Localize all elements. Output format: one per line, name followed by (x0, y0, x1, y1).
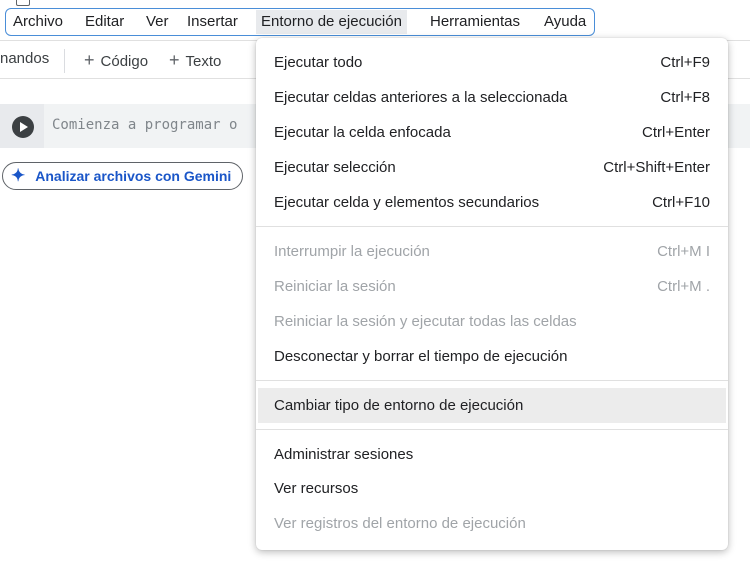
sparkle-icon: ✦ (11, 166, 26, 185)
runtime-menu-dropdown: Ejecutar todo Ctrl+F9 Ejecutar celdas an… (256, 38, 728, 550)
menu-divider (256, 429, 728, 430)
menu-item-label: Administrar sesiones (274, 446, 414, 463)
menu-insertar[interactable]: Insertar (182, 10, 243, 34)
menu-item-label: Desconectar y borrar el tiempo de ejecuc… (274, 348, 568, 365)
menu-archivo[interactable]: Archivo (8, 10, 68, 34)
code-cell-placeholder[interactable]: Comienza a programar o (52, 117, 237, 133)
commands-button-partial[interactable]: nandos (0, 50, 49, 67)
menu-item-label: Cambiar tipo de entorno de ejecución (274, 397, 524, 414)
menu-item-label: Reiniciar la sesión y ejecutar todas las… (274, 313, 577, 330)
menu-item-shortcut: Ctrl+F10 (652, 194, 710, 211)
plus-icon: + (169, 50, 180, 70)
menu-item-ejecutar-seleccion[interactable]: Ejecutar selección Ctrl+Shift+Enter (256, 150, 728, 185)
menu-item-shortcut: Ctrl+Enter (642, 124, 710, 141)
play-circle-icon[interactable] (12, 116, 34, 138)
menu-bar: Archivo Editar Ver Insertar Entorno de e… (5, 8, 595, 36)
menu-item-administrar-sesiones[interactable]: Administrar sesiones (256, 437, 728, 472)
menu-item-interrumpir-ejecucion: Interrumpir la ejecución Ctrl+M I (256, 234, 728, 269)
add-text-button[interactable]: + Texto (169, 49, 221, 71)
menu-entorno-de-ejecucion[interactable]: Entorno de ejecución (256, 10, 407, 34)
gemini-button-label: Analizar archivos con Gemini (35, 168, 232, 184)
menu-item-shortcut: Ctrl+Shift+Enter (603, 159, 710, 176)
menu-item-label: Ejecutar la celda enfocada (274, 124, 451, 141)
toolbar: nandos + Código + Texto (0, 43, 256, 77)
menu-item-ejecutar-celda-y-secundarios[interactable]: Ejecutar celda y elementos secundarios C… (256, 185, 728, 220)
menu-item-shortcut: Ctrl+M I (657, 243, 710, 260)
menu-item-label: Reiniciar la sesión (274, 278, 396, 295)
menu-item-ver-registros: Ver registros del entorno de ejecución (256, 506, 728, 541)
menu-ayuda[interactable]: Ayuda (539, 10, 591, 34)
add-code-button[interactable]: + Código (84, 49, 148, 71)
menu-item-label: Ver recursos (274, 480, 359, 497)
title-strip (0, 0, 750, 6)
notebook-doc-icon (16, 0, 30, 6)
plus-icon: + (84, 50, 95, 70)
menu-item-ejecutar-celdas-anteriores[interactable]: Ejecutar celdas anteriores a la seleccio… (256, 80, 728, 115)
analyze-files-gemini-button[interactable]: ✦ Analizar archivos con Gemini (2, 162, 244, 190)
menu-editar[interactable]: Editar (80, 10, 129, 34)
menu-item-ver-recursos[interactable]: Ver recursos (256, 471, 728, 506)
menu-divider (256, 226, 728, 227)
menu-ver[interactable]: Ver (141, 10, 174, 34)
menu-item-label: Ver registros del entorno de ejecución (274, 515, 526, 532)
menu-item-ejecutar-celda-enfocada[interactable]: Ejecutar la celda enfocada Ctrl+Enter (256, 115, 728, 150)
menu-item-reiniciar-y-ejecutar-todas: Reiniciar la sesión y ejecutar todas las… (256, 304, 728, 339)
menu-item-shortcut: Ctrl+M . (657, 278, 710, 295)
add-code-label: Código (100, 53, 149, 70)
menu-divider (256, 380, 728, 381)
menu-item-ejecutar-todo[interactable]: Ejecutar todo Ctrl+F9 (256, 45, 728, 80)
toolbar-separator (64, 49, 65, 73)
menu-item-label: Ejecutar celda y elementos secundarios (274, 194, 540, 211)
menu-item-label: Interrumpir la ejecución (274, 243, 430, 260)
menu-item-shortcut: Ctrl+F8 (660, 89, 710, 106)
menu-herramientas[interactable]: Herramientas (425, 10, 525, 34)
menu-item-shortcut: Ctrl+F9 (660, 54, 710, 71)
menu-item-label: Ejecutar celdas anteriores a la seleccio… (274, 89, 568, 106)
menu-item-label: Ejecutar todo (274, 54, 363, 71)
menu-item-cambiar-tipo-entorno[interactable]: Cambiar tipo de entorno de ejecución (258, 388, 726, 423)
menu-item-label: Ejecutar selección (274, 159, 396, 176)
menu-item-reiniciar-sesion: Reiniciar la sesión Ctrl+M . (256, 269, 728, 304)
menu-item-desconectar-y-borrar[interactable]: Desconectar y borrar el tiempo de ejecuc… (256, 339, 728, 374)
add-text-label: Texto (185, 53, 222, 70)
